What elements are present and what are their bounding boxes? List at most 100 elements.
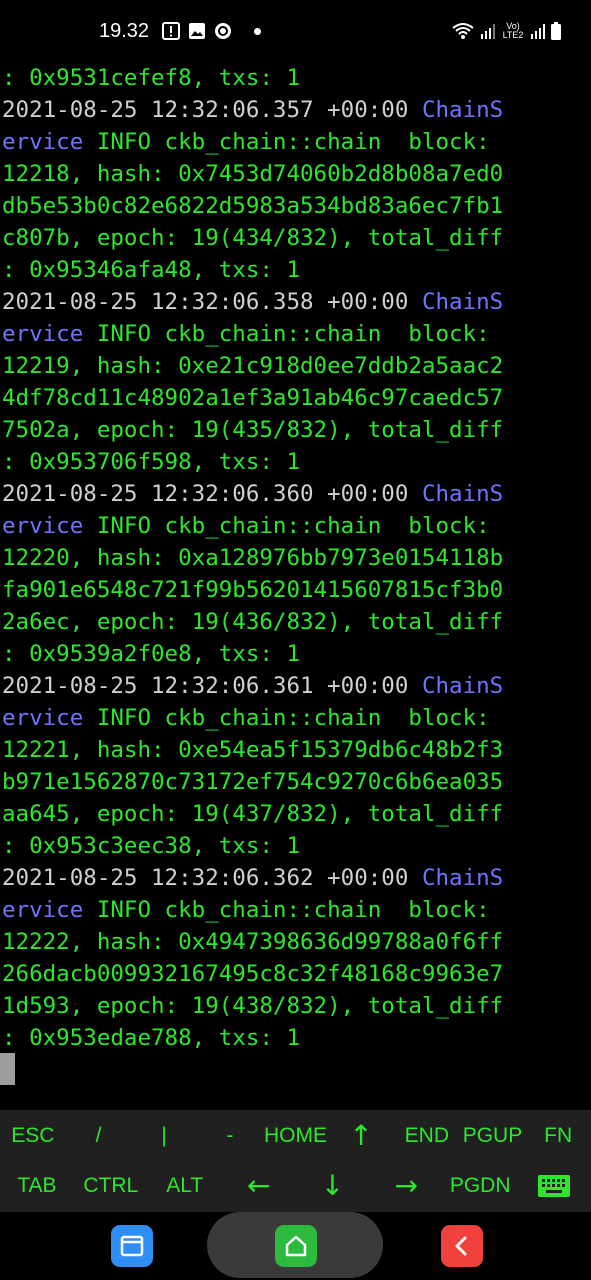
terminal-line: 2021-08-25 12:32:06.361 +00:00 ChainS [2,670,503,702]
terminal-text-segment: ervice [2,321,84,347]
terminal-text-segment: ChainS [421,673,504,699]
network-label: Vo) LTE2 [502,21,524,40]
terminal-line: : 0x953c3eec38, txs: 1 [2,830,300,862]
terminal-line: ervice INFO ckb_chain::chain block: [2,126,490,158]
terminal-line: 12218, hash: 0x7453d74060b2d8b08a7ed0 [2,158,503,190]
terminal-text-segment: 4df78cd11c48902a1ef3a91ab46c97caedc57 [2,385,504,411]
terminal-text-segment: 2021-08-25 12:32:06.361 +00:00 [2,673,422,699]
terminal-output[interactable]: : 0x9531cefef8, txs: 1 2021-08-25 12:32:0… [0,62,591,1107]
terminal-line: 2a6ec, epoch: 19(436/832), total_diff [2,606,503,638]
key-arrow-down[interactable]: ↓ [296,1161,370,1211]
terminal-text-segment: INFO ckb_chain::chain block: [83,705,490,731]
terminal-text-segment: INFO ckb_chain::chain block: [83,513,490,539]
status-time: 19.32 [99,20,150,42]
terminal-line: : 0x953edae788, txs: 1 [2,1022,300,1054]
terminal-line: 2021-08-25 12:32:06.358 +00:00 ChainS [2,286,503,318]
terminal-text-segment: ChainS [421,865,504,891]
terminal-text-segment: ervice [2,129,84,155]
terminal-text-segment: c807b, epoch: 19(434/832), total_diff [2,225,504,251]
key-home[interactable]: HOME [263,1111,329,1161]
signal-1-icon [481,24,495,39]
key-slash[interactable]: / [66,1111,132,1161]
key-fn[interactable]: FN [525,1111,591,1161]
terminal-line: b971e1562870c73172ef754c9270c6b6ea035 [2,766,503,798]
terminal-text-segment: 2021-08-25 12:32:06.360 +00:00 [2,481,422,507]
terminal-text-segment: ChainS [421,481,504,507]
key-ctrl[interactable]: CTRL [74,1161,148,1211]
terminal-text-segment: 2021-08-25 12:32:06.357 +00:00 [2,97,422,123]
key-pipe[interactable]: | [131,1111,197,1161]
terminal-line: ervice INFO ckb_chain::chain block: [2,510,490,542]
terminal-line: ervice INFO ckb_chain::chain block: [2,318,490,350]
terminal-text-segment: aa645, epoch: 19(437/832), total_diff [2,801,504,827]
home-icon[interactable] [275,1225,317,1267]
terminal-line: 12219, hash: 0xe21c918d0ee7ddb2a5aac2 [2,350,503,382]
terminal-text-segment: ervice [2,513,84,539]
terminal-cursor [0,1053,15,1085]
key-end[interactable]: END [394,1111,460,1161]
terminal-text-segment: fa901e6548c721f99b56201415607815cf3b0 [2,577,504,603]
terminal-text-segment: ervice [2,705,84,731]
battery-icon [551,22,561,40]
more-notifications-icon [254,27,261,35]
terminal-text-segment: INFO ckb_chain::chain block: [83,129,490,155]
extra-keys-bar: ESC / | - HOME ↑ END PGUP FN TAB CTRL ALT ← ↓ → PGDN [0,1110,591,1212]
terminal-line: ervice INFO ckb_chain::chain block: [2,702,490,734]
key-arrow-right[interactable]: → [369,1161,443,1211]
back-icon[interactable] [441,1225,483,1267]
terminal-text-segment: : 0x953edae788, txs: 1 [2,1025,301,1051]
terminal-line: 2021-08-25 12:32:06.360 +00:00 ChainS [2,478,503,510]
terminal-line: db5e53b0c82e6822d5983a534bd83a6ec7fb1 [2,190,503,222]
terminal-line: 7502a, epoch: 19(435/832), total_diff [2,414,503,446]
key-arrow-up[interactable]: ↑ [328,1111,394,1161]
key-pgup[interactable]: PGUP [460,1111,526,1161]
terminal-line: 12220, hash: 0xa128976bb7973e0154118b [2,542,503,574]
terminal-text-segment: 12218, hash: 0x7453d74060b2d8b08a7ed0 [2,161,504,187]
terminal-text-segment: 2021-08-25 12:32:06.362 +00:00 [2,865,422,891]
terminal-line: : 0x9539a2f0e8, txs: 1 [2,638,300,670]
recent-apps-icon[interactable] [111,1225,153,1267]
key-alt[interactable]: ALT [148,1161,222,1211]
terminal-text-segment: : 0x953c3eec38, txs: 1 [2,833,301,859]
terminal-text-segment: 7502a, epoch: 19(435/832), total_diff [2,417,504,443]
terminal-line: : 0x9531cefef8, txs: 1 [2,62,300,94]
key-pgdn[interactable]: PGDN [443,1161,517,1211]
terminal-text-segment: 12222, hash: 0x4947398636d99788a0f6ff [2,929,504,955]
terminal-text-segment: 2021-08-25 12:32:06.358 +00:00 [2,289,422,315]
terminal-line: 2021-08-25 12:32:06.362 +00:00 ChainS [2,862,503,894]
key-tab[interactable]: TAB [0,1161,74,1211]
terminal-line: 12221, hash: 0xe54ea5f15379db6c48b2f3 [2,734,503,766]
key-dash[interactable]: - [197,1111,263,1161]
terminal-text-segment: : 0x953706f598, txs: 1 [2,449,301,475]
terminal-line: 4df78cd11c48902a1ef3a91ab46c97caedc57 [2,382,503,414]
wifi-icon [452,23,474,39]
key-esc[interactable]: ESC [0,1111,66,1161]
keyboard-icon [537,1174,571,1198]
terminal-text-segment: INFO ckb_chain::chain block: [83,897,490,923]
terminal-line: 266dacb009932167495c8c32f48168c9963e7 [2,958,503,990]
status-bar: 19.32 Vo) LTE2 [0,0,591,62]
key-keyboard[interactable] [517,1161,591,1211]
alert-icon [162,22,180,40]
terminal-text-segment: INFO ckb_chain::chain block: [83,321,490,347]
gallery-icon [189,23,205,39]
status-icons-left [162,22,261,40]
terminal-text-segment: ChainS [421,289,504,315]
terminal-line: : 0x95346afa48, txs: 1 [2,254,300,286]
terminal-line: aa645, epoch: 19(437/832), total_diff [2,798,503,830]
terminal-text-segment: ChainS [421,97,504,123]
terminal-text-segment: 12220, hash: 0xa128976bb7973e0154118b [2,545,504,571]
terminal-text-segment: : 0x95346afa48, txs: 1 [2,257,301,283]
key-arrow-left[interactable]: ← [222,1161,296,1211]
terminal-text-segment: 12221, hash: 0xe54ea5f15379db6c48b2f3 [2,737,504,763]
terminal-text-segment: 2a6ec, epoch: 19(436/832), total_diff [2,609,504,635]
terminal-text-segment: : 0x9539a2f0e8, txs: 1 [2,641,301,667]
terminal-text-segment: : 0x9531cefef8, txs: 1 [2,65,301,91]
terminal-line: 12222, hash: 0x4947398636d99788a0f6ff [2,926,503,958]
terminal-line: : 0x953706f598, txs: 1 [2,446,300,478]
terminal-text-segment: 1d593, epoch: 19(438/832), total_diff [2,993,504,1019]
terminal-line: ervice INFO ckb_chain::chain block: [2,894,490,926]
terminal-text-segment: 12219, hash: 0xe21c918d0ee7ddb2a5aac2 [2,353,504,379]
terminal-text-segment: db5e53b0c82e6822d5983a534bd83a6ec7fb1 [2,193,504,219]
terminal-text-segment: 266dacb009932167495c8c32f48168c9963e7 [2,961,504,987]
